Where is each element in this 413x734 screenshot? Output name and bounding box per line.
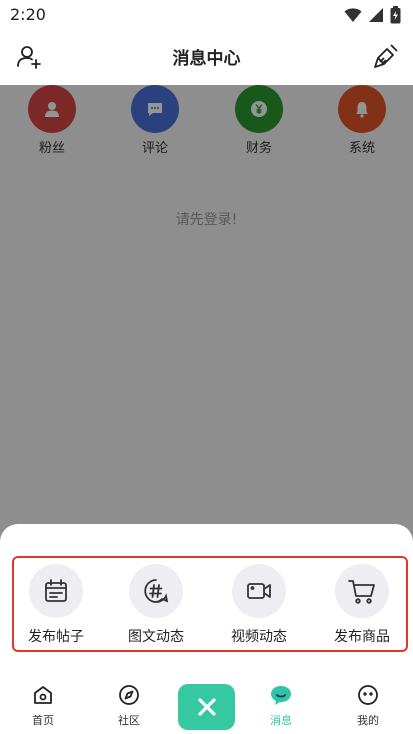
video-post-button[interactable]: 视频动态 xyxy=(214,564,304,646)
status-icons xyxy=(344,6,401,24)
shopping-cart-icon xyxy=(348,580,375,604)
home-icon xyxy=(34,686,52,704)
bottom-tab-bar: 首页 社区 消息 我的 xyxy=(0,678,413,734)
action-label: 视频动态 xyxy=(231,629,287,645)
calendar-post-icon xyxy=(45,579,67,602)
profile-icon xyxy=(358,685,378,705)
compass-icon xyxy=(119,685,139,705)
tab-label: 社区 xyxy=(118,714,140,727)
battery-icon xyxy=(390,6,401,24)
status-time: 2:20 xyxy=(10,5,46,24)
clear-messages-button[interactable] xyxy=(373,43,399,69)
image-text-post-button[interactable]: 图文动态 xyxy=(111,564,201,646)
action-circle xyxy=(29,564,83,618)
header: 消息中心 xyxy=(0,30,413,85)
status-bar: 2:20 xyxy=(0,0,413,30)
signal-icon xyxy=(369,8,383,22)
video-camera-icon xyxy=(247,583,271,599)
tab-label: 我的 xyxy=(357,714,379,727)
hashtag-icon xyxy=(144,579,169,603)
action-circle xyxy=(232,564,286,618)
page-title: 消息中心 xyxy=(172,49,241,69)
action-circle xyxy=(335,564,389,618)
close-icon xyxy=(197,698,216,716)
tab-label: 首页 xyxy=(32,714,54,727)
broom-icon xyxy=(374,44,398,68)
tab-profile[interactable]: 我的 xyxy=(338,684,398,728)
action-label: 发布帖子 xyxy=(28,629,84,645)
action-label: 图文动态 xyxy=(128,629,184,645)
action-circle xyxy=(129,564,183,618)
message-icon xyxy=(271,686,291,705)
close-publish-button[interactable] xyxy=(178,684,235,730)
tab-label: 消息 xyxy=(270,714,292,727)
publish-product-button[interactable]: 发布商品 xyxy=(317,564,407,646)
publish-post-button[interactable]: 发布帖子 xyxy=(11,564,101,646)
tab-community[interactable]: 社区 xyxy=(99,684,159,728)
tab-home[interactable]: 首页 xyxy=(13,684,73,728)
publish-actions: 发布帖子 图文动态 视频动态 发布商品 xyxy=(12,556,408,652)
action-label: 发布商品 xyxy=(334,629,390,645)
tab-messages[interactable]: 消息 xyxy=(251,684,311,728)
wifi-icon xyxy=(344,8,362,22)
